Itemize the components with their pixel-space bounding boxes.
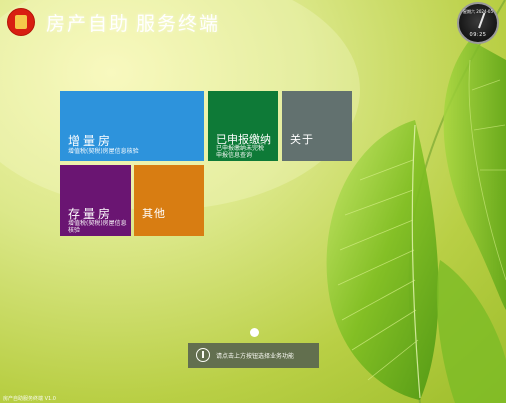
page-indicator-dot[interactable] bbox=[250, 328, 259, 337]
tile-existing-housing[interactable]: 存量房 增值税(契税)房屋信息 核验 bbox=[60, 165, 131, 236]
header-bar: 房产自助 服务终端 bbox=[0, 0, 506, 40]
app-title: 房产自助 服务终端 bbox=[46, 9, 220, 36]
help-hint-text: 请点击上方按钮选择业务功能 bbox=[216, 353, 295, 360]
app-title-part1: 房产自助 bbox=[46, 13, 131, 35]
tile-declared-paid-subtitle: 已申报缴纳未完税 申报信息查询 bbox=[216, 145, 265, 159]
clock-time-label: 09:25 bbox=[469, 32, 487, 38]
tile-about[interactable]: 关于 bbox=[282, 91, 352, 161]
tax-emblem-logo-icon bbox=[7, 8, 35, 36]
tile-other-title: 其他 bbox=[142, 207, 166, 220]
tile-incremental-housing[interactable]: 增量房 增值税(契税)房屋信息核验 bbox=[60, 91, 204, 161]
tile-declared-paid[interactable]: 已申报缴纳 已申报缴纳未完税 申报信息查询 bbox=[208, 91, 278, 161]
footer-version-label: 房产自助服务终端 V1.0 bbox=[3, 396, 56, 402]
help-hint-bar: 请点击上方按钮选择业务功能 bbox=[188, 343, 319, 368]
tile-incremental-housing-title: 增量房 bbox=[68, 134, 114, 148]
tile-existing-housing-subtitle: 增值税(契税)房屋信息 核验 bbox=[68, 220, 127, 234]
info-icon bbox=[196, 348, 210, 362]
clock-date-label: 星期六 2024-05 bbox=[463, 9, 493, 14]
tile-incremental-housing-subtitle: 增值税(契税)房屋信息核验 bbox=[68, 148, 139, 155]
app-title-part2: 服务终端 bbox=[136, 13, 221, 35]
tile-about-title: 关于 bbox=[290, 133, 314, 146]
tile-other[interactable]: 其他 bbox=[134, 165, 204, 236]
analog-clock-widget: 星期六 2024-05 09:25 bbox=[457, 2, 499, 44]
